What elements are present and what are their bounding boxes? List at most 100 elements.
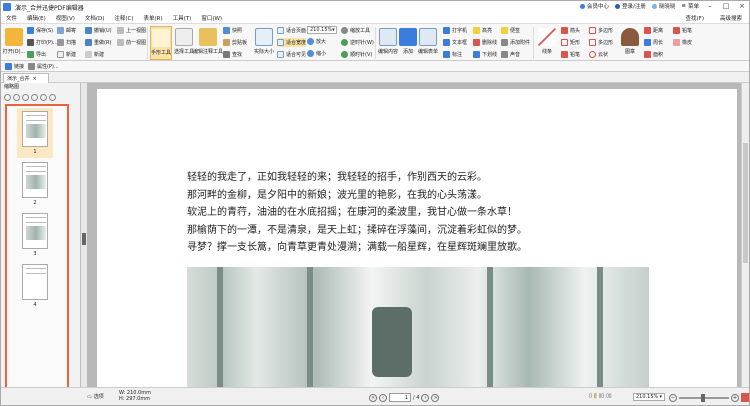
cloud-tool-button[interactable]: 云状 <box>589 50 613 59</box>
export-button[interactable]: 导出 <box>27 50 58 59</box>
menu-window[interactable]: 窗口(W) <box>196 14 227 22</box>
perimeter-button[interactable]: 周长 <box>644 38 663 47</box>
undo-button[interactable]: 撤销(U) <box>85 26 112 35</box>
page-thumbnail-2[interactable] <box>22 162 48 198</box>
user-name[interactable]: 晓晓晓 <box>651 2 675 10</box>
menu-comment[interactable]: 注释(C) <box>109 14 138 22</box>
zoom-in-icon[interactable]: + <box>731 393 739 402</box>
fit-visible-button[interactable]: 适合可见 <box>277 50 306 59</box>
login-button[interactable]: 登录/注册 <box>615 2 646 10</box>
facing-icon[interactable]: ▯▯ <box>599 393 605 399</box>
zoom-out-button[interactable]: 缩小 <box>307 49 337 58</box>
attach-file-button[interactable]: 添加附件 <box>501 38 530 47</box>
page-thumbnail-4[interactable] <box>22 264 48 300</box>
link-button[interactable]: 链接 <box>5 62 24 71</box>
first-page-button[interactable]: « <box>369 393 377 402</box>
menu-view[interactable]: 视图(V) <box>51 14 80 22</box>
close-button[interactable]: × <box>737 2 747 10</box>
strikethrough-button[interactable]: 删除线 <box>473 38 497 47</box>
open-button[interactable]: 打开(O)... <box>3 26 25 60</box>
next-view-button[interactable]: 前一视图 <box>117 38 146 47</box>
typewriter-button[interactable]: 打字机 <box>443 26 467 35</box>
prev-view-button[interactable]: 上一视图 <box>117 26 146 35</box>
properties-button[interactable]: 属性(P)... <box>28 62 59 71</box>
distance-button[interactable]: 距离 <box>644 26 663 35</box>
new-file-button[interactable]: 新建 <box>85 50 112 59</box>
highlight-button[interactable]: 高亮 <box>473 26 497 35</box>
edit-form-button[interactable]: 编辑表单 <box>417 26 439 60</box>
continuous-icon[interactable]: ▯ <box>593 393 597 399</box>
maximize-button[interactable]: □ <box>721 2 731 10</box>
options-icon[interactable] <box>4 93 11 101</box>
sound-button[interactable]: 声音 <box>501 50 530 59</box>
edit-content-button[interactable]: 编辑内容 <box>377 26 399 60</box>
zoom-in-thumb-icon[interactable] <box>22 93 29 101</box>
zoom-in-button[interactable]: 放大 <box>307 37 337 46</box>
email-button[interactable]: 邮寄 <box>57 26 76 35</box>
delete-icon[interactable] <box>40 93 47 101</box>
callout-button[interactable]: 标注 <box>443 50 467 59</box>
select-tool-button[interactable]: 选择工具 <box>173 26 195 60</box>
prev-page-button[interactable]: ‹ <box>379 393 387 402</box>
stamp-button[interactable]: 图章 <box>619 26 641 60</box>
eraser-button[interactable]: 橡皮 <box>673 38 692 47</box>
rotate-icon[interactable] <box>31 93 38 101</box>
draw-pencil-button[interactable]: 铅笔 <box>673 26 692 35</box>
next-page-button[interactable]: › <box>421 393 430 402</box>
save-button[interactable]: 保存(S) <box>27 26 58 35</box>
scrollbar-thumb[interactable] <box>743 143 748 263</box>
textbox-button[interactable]: 文本框 <box>443 38 467 47</box>
zoom-status-combo[interactable]: 210.15% ▾ <box>633 393 665 401</box>
actual-size-button[interactable]: 实际大小 <box>253 26 275 60</box>
fit-page-button[interactable]: 适合页面 <box>277 26 306 35</box>
insert-icon[interactable] <box>49 93 56 101</box>
area-button[interactable]: 面积 <box>644 50 663 59</box>
zoom-out-icon[interactable]: − <box>669 393 677 402</box>
pencil-tool-button[interactable]: 铅笔 <box>561 50 580 59</box>
print-button[interactable]: 打印(P)... <box>27 38 58 47</box>
menu-edit[interactable]: 编辑(E) <box>22 14 51 22</box>
rectangle-tool-button[interactable]: 矩形 <box>561 38 580 47</box>
menu-document[interactable]: 文档(D) <box>80 14 110 22</box>
vertical-scrollbar[interactable] <box>741 83 749 387</box>
pdf-page[interactable]: 轻轻的我走了，正如我轻轻的来；我轻轻的招手，作别西天的云彩。 那河畔的金柳，是夕… <box>97 89 737 387</box>
find-button[interactable]: 查找(F) <box>681 14 709 22</box>
page-thumbnail-3[interactable] <box>22 213 48 249</box>
zoom-slider-knob[interactable] <box>701 393 705 402</box>
advanced-find-button[interactable]: 高级搜索 <box>715 14 747 22</box>
fit-width-button[interactable]: 适合宽度 <box>277 38 307 47</box>
close-icon[interactable]: × <box>33 76 37 82</box>
splitter-grip[interactable] <box>82 233 86 245</box>
new-button[interactable]: 新建 <box>57 50 76 59</box>
arrow-tool-button[interactable]: 箭头 <box>561 26 580 35</box>
zoom-combo[interactable]: 210.15% ▾ <box>307 26 337 34</box>
menu-button[interactable]: ≡ 菜单 <box>681 2 699 10</box>
line-tool-button[interactable]: 线条 <box>536 26 558 60</box>
facing-continuous-icon[interactable]: ▯▯ <box>606 393 612 399</box>
menu-form[interactable]: 表单(R) <box>139 14 168 22</box>
zoom-out-thumb-icon[interactable] <box>13 93 20 101</box>
redo-button[interactable]: 重做(R) <box>85 38 112 47</box>
single-page-icon[interactable]: ▯ <box>589 393 592 399</box>
page-number-input[interactable]: 1 <box>389 393 411 402</box>
underline-button[interactable]: 下划线 <box>473 50 497 59</box>
menu-tools[interactable]: 工具(T) <box>168 14 197 22</box>
polyline-tool-button[interactable]: 多边形 <box>589 38 613 47</box>
zoom-slider[interactable] <box>679 393 729 402</box>
options-button[interactable]: ▭ 选项 <box>87 393 104 401</box>
polygon-tool-button[interactable]: 多边形 <box>589 26 613 35</box>
add-button[interactable]: 添加 <box>397 26 419 60</box>
scan-button[interactable]: 扫描 <box>57 38 76 47</box>
last-page-button[interactable]: » <box>431 393 440 402</box>
member-center-button[interactable]: 会员中心 <box>579 2 609 10</box>
snapshot-button[interactable]: 快照 <box>223 26 247 35</box>
menu-file[interactable]: 文件 <box>1 14 22 22</box>
clipboard-button[interactable]: 剪贴板 <box>223 38 247 47</box>
edit-annotation-button[interactable]: 编辑注释工具 <box>193 26 223 60</box>
rotate-cw-button[interactable]: 顺时针(V) <box>341 50 374 59</box>
document-tab[interactable]: 演示_合并 × <box>3 73 49 83</box>
search-button[interactable]: 查找 <box>223 50 247 59</box>
page-thumbnail-1[interactable] <box>22 111 48 147</box>
minimize-button[interactable]: – <box>705 2 715 10</box>
sticky-note-button[interactable]: 便签 <box>501 26 530 35</box>
